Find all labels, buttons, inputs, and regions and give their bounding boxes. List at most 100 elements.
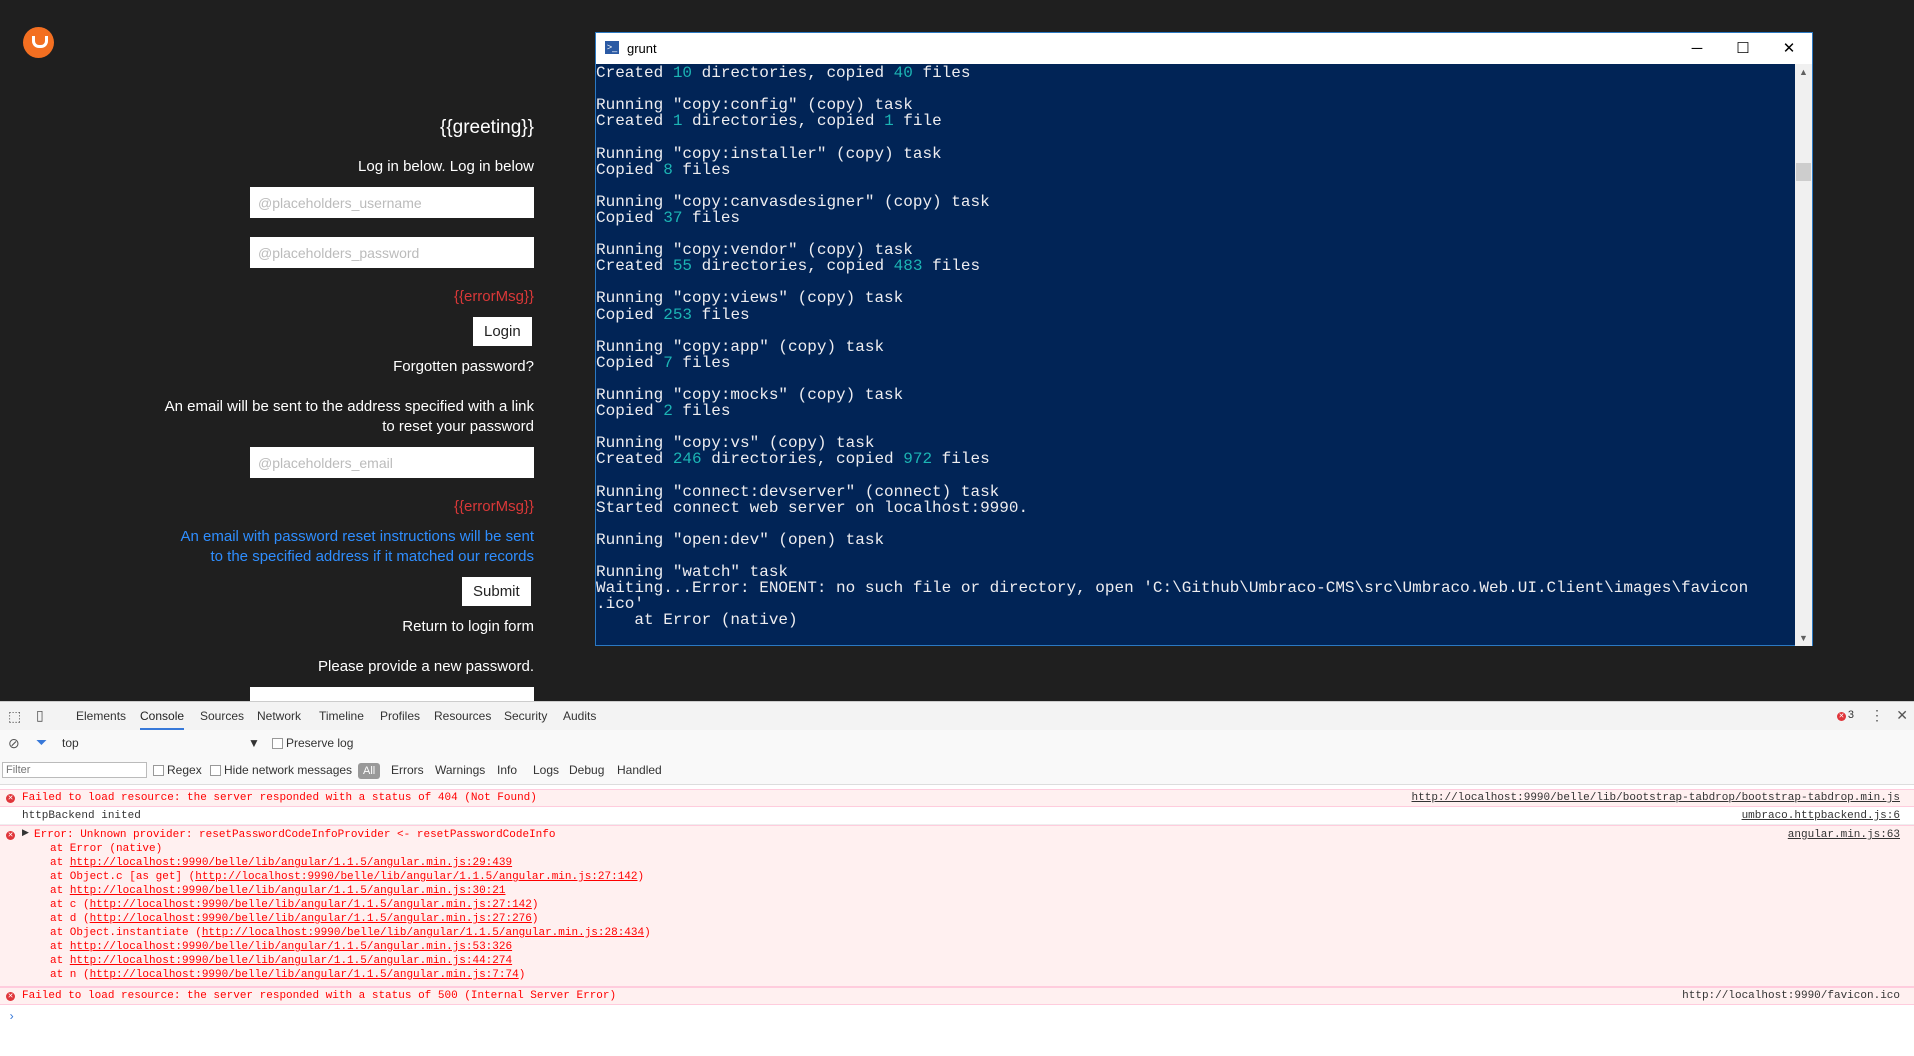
terminal-line: .ico' xyxy=(596,595,645,614)
console-message-text: httpBackend inited xyxy=(22,810,141,822)
terminal-line: Copied 8 files xyxy=(596,160,731,179)
new-password-input[interactable] xyxy=(250,687,534,701)
level-filter-info[interactable]: Info xyxy=(497,757,517,784)
error-icon: ✕ xyxy=(6,831,15,840)
tab-profiles[interactable]: Profiles xyxy=(380,702,420,730)
error-icon: ✕ xyxy=(6,992,15,1001)
username-input[interactable] xyxy=(250,187,534,218)
reset-info-line1: An email will be sent to the address spe… xyxy=(164,398,534,415)
reset-error-message: {{errorMsg}} xyxy=(453,498,534,515)
forgotten-password-link[interactable]: Forgotten password? xyxy=(393,358,534,375)
terminal-output[interactable]: Created 10 directories, copied 40 files R… xyxy=(596,64,1796,646)
login-instruction: Log in below. Log in below xyxy=(358,158,534,175)
terminal-line: Running "copy:mocks" (copy) task xyxy=(596,386,904,404)
tab-network[interactable]: Network xyxy=(257,702,301,730)
stack-frame: at d (http://localhost:9990/belle/lib/an… xyxy=(50,913,539,925)
regex-label: Regex xyxy=(167,763,202,777)
terminal-line: Created 55 directories, copied 483 files xyxy=(596,257,981,276)
terminal-title: grunt xyxy=(627,41,657,56)
clear-console-icon[interactable]: ⊘ xyxy=(8,735,20,752)
tab-resources[interactable]: Resources xyxy=(434,702,491,730)
maximize-button[interactable]: ☐ xyxy=(1720,33,1766,64)
terminal-line: Copied 37 files xyxy=(596,208,741,227)
stack-frame: at http://localhost:9990/belle/lib/angul… xyxy=(50,857,513,869)
hide-network-checkbox[interactable]: Hide network messages xyxy=(210,757,352,784)
console-output[interactable]: ✕ Failed to load resource: the server re… xyxy=(0,789,1914,1054)
tab-elements[interactable]: Elements xyxy=(76,702,126,730)
grunt-terminal-window: >_ grunt ─ ☐ ✕ Created 10 directories, c… xyxy=(595,32,1813,646)
powershell-icon: >_ xyxy=(605,41,619,54)
error-count-icon[interactable]: ✕ 3 xyxy=(1836,709,1854,721)
tab-timeline[interactable]: Timeline xyxy=(319,702,364,730)
terminal-scrollbar[interactable]: ▲ ▼ xyxy=(1795,64,1812,646)
stack-frame-link[interactable]: http://localhost:9990/belle/lib/angular/… xyxy=(202,927,644,939)
level-filter-errors[interactable]: Errors xyxy=(391,757,424,784)
device-mode-icon[interactable]: ▯ xyxy=(36,707,44,724)
tab-security[interactable]: Security xyxy=(504,702,547,730)
return-to-login-link[interactable]: Return to login form xyxy=(402,618,534,635)
terminal-line: Copied 2 files xyxy=(596,402,731,421)
stack-frame-link[interactable]: http://localhost:9990/belle/lib/angular/… xyxy=(70,941,512,953)
expand-triangle-icon[interactable]: ▶ xyxy=(22,828,29,838)
console-filter-input[interactable] xyxy=(2,762,147,778)
devtools-panel: ⬚ ▯ Elements Console Sources Network Timelin… xyxy=(0,701,1914,1056)
close-devtools-icon[interactable]: ✕ xyxy=(1896,707,1908,724)
terminal-line: Running "copy:vs" (copy) task xyxy=(596,434,875,453)
terminal-line: Created 10 directories, copied 40 files xyxy=(596,64,971,82)
minimize-button[interactable]: ─ xyxy=(1674,33,1720,64)
terminal-line: Running "watch" task xyxy=(596,563,789,582)
tab-console[interactable]: Console xyxy=(140,702,185,730)
scroll-down-icon[interactable]: ▼ xyxy=(1795,633,1812,643)
tab-sources[interactable]: Sources xyxy=(200,702,244,730)
tab-audits[interactable]: Audits xyxy=(563,702,596,730)
terminal-line: Started connect web server on localhost:… xyxy=(596,498,1029,517)
stack-frame-link[interactable]: http://localhost:9990/belle/lib/angular/… xyxy=(195,871,637,883)
stack-frame-link[interactable]: http://localhost:9990/belle/lib/angular/… xyxy=(70,885,506,897)
stack-frame-link[interactable]: http://localhost:9990/belle/lib/angular/… xyxy=(70,857,512,869)
level-filter-logs[interactable]: Logs xyxy=(533,757,559,784)
scrollbar-thumb[interactable] xyxy=(1796,163,1811,181)
console-message-source[interactable]: umbraco.httpbackend.js:6 xyxy=(1742,810,1900,822)
terminal-line: Running "copy:views" (copy) task xyxy=(596,289,904,308)
umbraco-logo[interactable] xyxy=(23,27,54,58)
console-prompt-icon[interactable]: › xyxy=(8,1010,15,1024)
console-message-source[interactable]: http://localhost:9990/favicon.ico xyxy=(1682,990,1900,1002)
stack-frame: at Object.instantiate (http://localhost:… xyxy=(50,927,651,939)
level-filter-debug[interactable]: Debug xyxy=(569,757,604,784)
submit-button[interactable]: Submit xyxy=(462,577,531,606)
stack-frame-link[interactable]: http://localhost:9990/belle/lib/angular/… xyxy=(70,955,512,967)
regex-checkbox[interactable]: Regex xyxy=(153,757,202,784)
level-filter-all[interactable]: All xyxy=(358,763,381,779)
terminal-line: Running "connect:devserver" (connect) ta… xyxy=(596,482,1000,501)
hide-network-label: Hide network messages xyxy=(224,763,353,777)
console-message-source[interactable]: angular.min.js:63 xyxy=(1788,829,1900,841)
console-message-text: Error: Unknown provider: resetPasswordCo… xyxy=(34,829,556,841)
preserve-log-checkbox[interactable]: Preserve log xyxy=(272,730,353,757)
terminal-titlebar[interactable]: >_ grunt ─ ☐ ✕ xyxy=(596,33,1812,64)
context-dropdown-icon[interactable]: ▼ xyxy=(248,730,260,757)
level-filter-handled[interactable]: Handled xyxy=(617,757,662,784)
password-input[interactable] xyxy=(250,237,534,268)
stack-frame-link[interactable]: http://localhost:9990/belle/lib/angular/… xyxy=(90,969,519,981)
inspect-element-icon[interactable]: ⬚ xyxy=(8,708,21,725)
preserve-log-label: Preserve log xyxy=(286,736,354,750)
context-selector[interactable]: top xyxy=(62,730,79,757)
reset-sent-line2: to the specified address if it matched o… xyxy=(210,548,535,565)
close-button[interactable]: ✕ xyxy=(1766,33,1812,64)
stack-frame: at http://localhost:9990/belle/lib/angul… xyxy=(50,955,513,967)
console-message-source[interactable]: http://localhost:9990/belle/lib/bootstra… xyxy=(1412,792,1900,804)
terminal-line: at Error (native) xyxy=(596,611,798,630)
email-input[interactable] xyxy=(250,447,534,478)
console-toolbar: ⊘ ⏷ top ▼ Preserve log xyxy=(0,730,1914,758)
console-error-404: ✕ Failed to load resource: the server re… xyxy=(0,789,1914,807)
devtools-tab-bar: ⬚ ▯ Elements Console Sources Network Timelin… xyxy=(0,702,1914,731)
filter-icon[interactable]: ⏷ xyxy=(36,734,47,751)
scroll-up-icon[interactable]: ▲ xyxy=(1795,67,1812,77)
stack-frame-link[interactable]: http://localhost:9990/belle/lib/angular/… xyxy=(90,899,532,911)
terminal-line: Copied 7 files xyxy=(596,353,731,372)
more-menu-icon[interactable]: ⋮ xyxy=(1870,707,1884,724)
console-filter-bar: Regex Hide network messages All Errors War… xyxy=(0,757,1914,785)
level-filter-warnings[interactable]: Warnings xyxy=(435,757,485,784)
login-button[interactable]: Login xyxy=(473,317,532,346)
stack-frame-link[interactable]: http://localhost:9990/belle/lib/angular/… xyxy=(90,913,532,925)
